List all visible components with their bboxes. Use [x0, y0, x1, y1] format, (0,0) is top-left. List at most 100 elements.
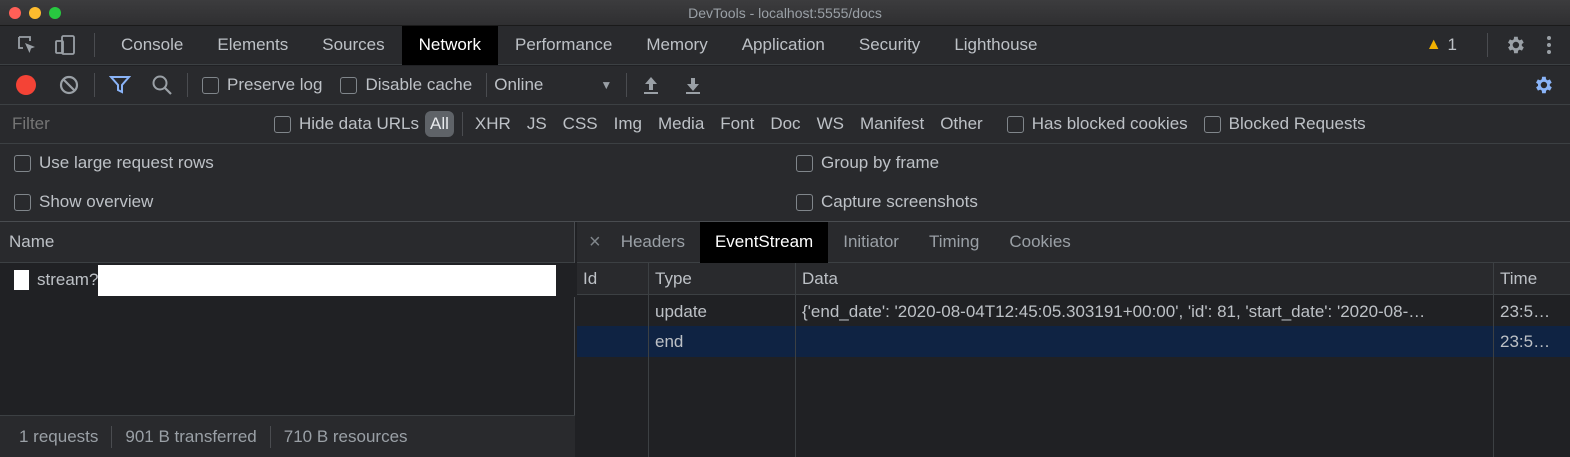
- search-icon[interactable]: [151, 74, 173, 96]
- toolbar-divider: [486, 73, 488, 97]
- use-large-rows-checkbox[interactable]: Use large request rows: [14, 153, 214, 173]
- tab-label: Cookies: [1009, 232, 1071, 251]
- clear-icon[interactable]: [58, 74, 80, 96]
- checkbox[interactable]: [14, 193, 31, 211]
- filter-type-css[interactable]: CSS: [555, 114, 606, 134]
- tab-application[interactable]: Application: [725, 26, 842, 65]
- filter-type-ws[interactable]: WS: [809, 114, 852, 134]
- toolbar-divider: [1487, 33, 1488, 57]
- settings-gear-icon[interactable]: [1504, 34, 1526, 56]
- transferred-size: 901 B transferred: [125, 426, 257, 446]
- filter-type-xhr[interactable]: XHR: [467, 114, 519, 134]
- disable-cache-label: Disable cache: [365, 75, 473, 94]
- network-settings-gear-icon[interactable]: [1532, 74, 1554, 96]
- column-divider[interactable]: [796, 263, 1494, 457]
- status-divider: [111, 425, 113, 448]
- tab-label: Network: [418, 35, 481, 54]
- record-button[interactable]: [16, 75, 36, 95]
- tab-security[interactable]: Security: [842, 26, 937, 65]
- name-header-label: Name: [9, 232, 55, 251]
- throttling-value: Online: [494, 75, 544, 94]
- filter-type-media[interactable]: Media: [650, 114, 712, 134]
- column-divider[interactable]: [649, 263, 796, 457]
- filter-type-font[interactable]: Font: [712, 114, 762, 134]
- tab-network[interactable]: Network: [401, 25, 498, 65]
- network-settings-pane: Use large request rows Show overview Gro…: [0, 144, 1570, 222]
- has-blocked-cookies-label: Has blocked cookies: [1031, 114, 1188, 133]
- has-blocked-cookies-checkbox[interactable]: Has blocked cookies: [1006, 114, 1188, 134]
- group-by-frame-label: Group by frame: [821, 153, 940, 172]
- group-by-frame-checkbox[interactable]: Group by frame: [796, 153, 939, 173]
- warning-icon: ▲: [1425, 36, 1442, 53]
- throttling-select[interactable]: Online ▼: [494, 75, 612, 95]
- network-toolbar: Preserve log Disable cache Online ▼: [0, 66, 1570, 105]
- column-header-time[interactable]: Time: [1500, 269, 1537, 289]
- checkbox[interactable]: [1006, 115, 1024, 133]
- filter-type-all[interactable]: All: [425, 111, 454, 137]
- tab-sources[interactable]: Sources: [305, 26, 401, 65]
- column-divider[interactable]: [577, 263, 649, 457]
- toolbar-divider: [626, 73, 628, 97]
- tab-label: Memory: [646, 35, 708, 54]
- show-overview-checkbox[interactable]: Show overview: [14, 192, 153, 212]
- requests-count: 1 requests: [19, 426, 99, 446]
- tab-console[interactable]: Console: [104, 26, 200, 65]
- minimize-window-button[interactable]: [29, 7, 41, 19]
- event-time: 23:5…: [1500, 332, 1551, 351]
- filter-type-img[interactable]: Img: [606, 114, 650, 134]
- device-toolbar-icon[interactable]: [50, 33, 80, 57]
- main-tabs-bar: Console Elements Sources Network Perform…: [0, 25, 1570, 65]
- preserve-log-label: Preserve log: [227, 75, 323, 94]
- capture-screenshots-checkbox[interactable]: Capture screenshots: [796, 192, 978, 212]
- window-title: DevTools - localhost:5555/docs: [688, 5, 882, 21]
- event-time: 23:5…: [1500, 302, 1551, 321]
- export-har-icon[interactable]: [683, 74, 703, 96]
- close-details-icon[interactable]: ×: [589, 231, 601, 254]
- tab-performance[interactable]: Performance: [498, 26, 629, 65]
- checkbox[interactable]: [1203, 115, 1221, 133]
- eventstream-grid: Id Type Data Time update {'end_date': '2…: [577, 263, 1570, 457]
- preserve-log-checkbox[interactable]: Preserve log: [202, 75, 322, 95]
- filter-input[interactable]: [4, 109, 254, 139]
- toolbar-divider: [94, 73, 95, 97]
- filter-icon[interactable]: [109, 75, 131, 95]
- inspect-element-icon[interactable]: [12, 34, 42, 56]
- blocked-requests-checkbox[interactable]: Blocked Requests: [1203, 114, 1366, 134]
- tab-elements[interactable]: Elements: [200, 26, 305, 65]
- import-har-icon[interactable]: [641, 74, 661, 96]
- request-details-pane: × Headers EventStream Initiator Timing C…: [577, 221, 1570, 457]
- close-window-button[interactable]: [9, 7, 21, 19]
- checkbox[interactable]: [340, 76, 358, 94]
- checkbox[interactable]: [14, 154, 31, 172]
- show-overview-label: Show overview: [39, 192, 154, 211]
- filter-bar: Hide data URLs All XHR JS CSS Img Media …: [0, 105, 1570, 144]
- filter-type-js[interactable]: JS: [519, 114, 555, 134]
- more-options-icon[interactable]: [1546, 34, 1552, 56]
- tab-label: Console: [121, 35, 184, 54]
- tab-lighthouse[interactable]: Lighthouse: [937, 26, 1054, 65]
- checkbox[interactable]: [796, 193, 813, 211]
- filter-type-other[interactable]: Other: [932, 114, 991, 134]
- tab-eventstream[interactable]: EventStream: [699, 221, 829, 263]
- filter-type-doc[interactable]: Doc: [762, 114, 808, 134]
- checkbox[interactable]: [796, 154, 813, 172]
- tab-label: EventStream: [714, 232, 814, 251]
- tab-timing[interactable]: Timing: [914, 222, 994, 263]
- filter-type-manifest[interactable]: Manifest: [852, 114, 932, 134]
- use-large-rows-label: Use large request rows: [39, 153, 214, 172]
- zoom-window-button[interactable]: [49, 7, 61, 19]
- disable-cache-checkbox[interactable]: Disable cache: [340, 75, 472, 95]
- hide-data-urls-label: Hide data URLs: [299, 114, 420, 133]
- hide-data-urls-checkbox[interactable]: Hide data URLs: [274, 114, 419, 134]
- window-titlebar: DevTools - localhost:5555/docs: [0, 0, 1570, 26]
- warnings-counter[interactable]: ▲ 1: [1426, 35, 1457, 55]
- toolbar-divider: [94, 33, 95, 57]
- tab-initiator[interactable]: Initiator: [828, 222, 914, 263]
- tab-headers[interactable]: Headers: [606, 222, 700, 263]
- checkbox[interactable]: [202, 76, 219, 94]
- tab-cookies[interactable]: Cookies: [994, 222, 1085, 263]
- checkbox[interactable]: [274, 115, 291, 133]
- tab-memory[interactable]: Memory: [629, 26, 724, 65]
- request-row[interactable]: stream?: [0, 263, 575, 297]
- name-column-header[interactable]: Name: [0, 222, 574, 263]
